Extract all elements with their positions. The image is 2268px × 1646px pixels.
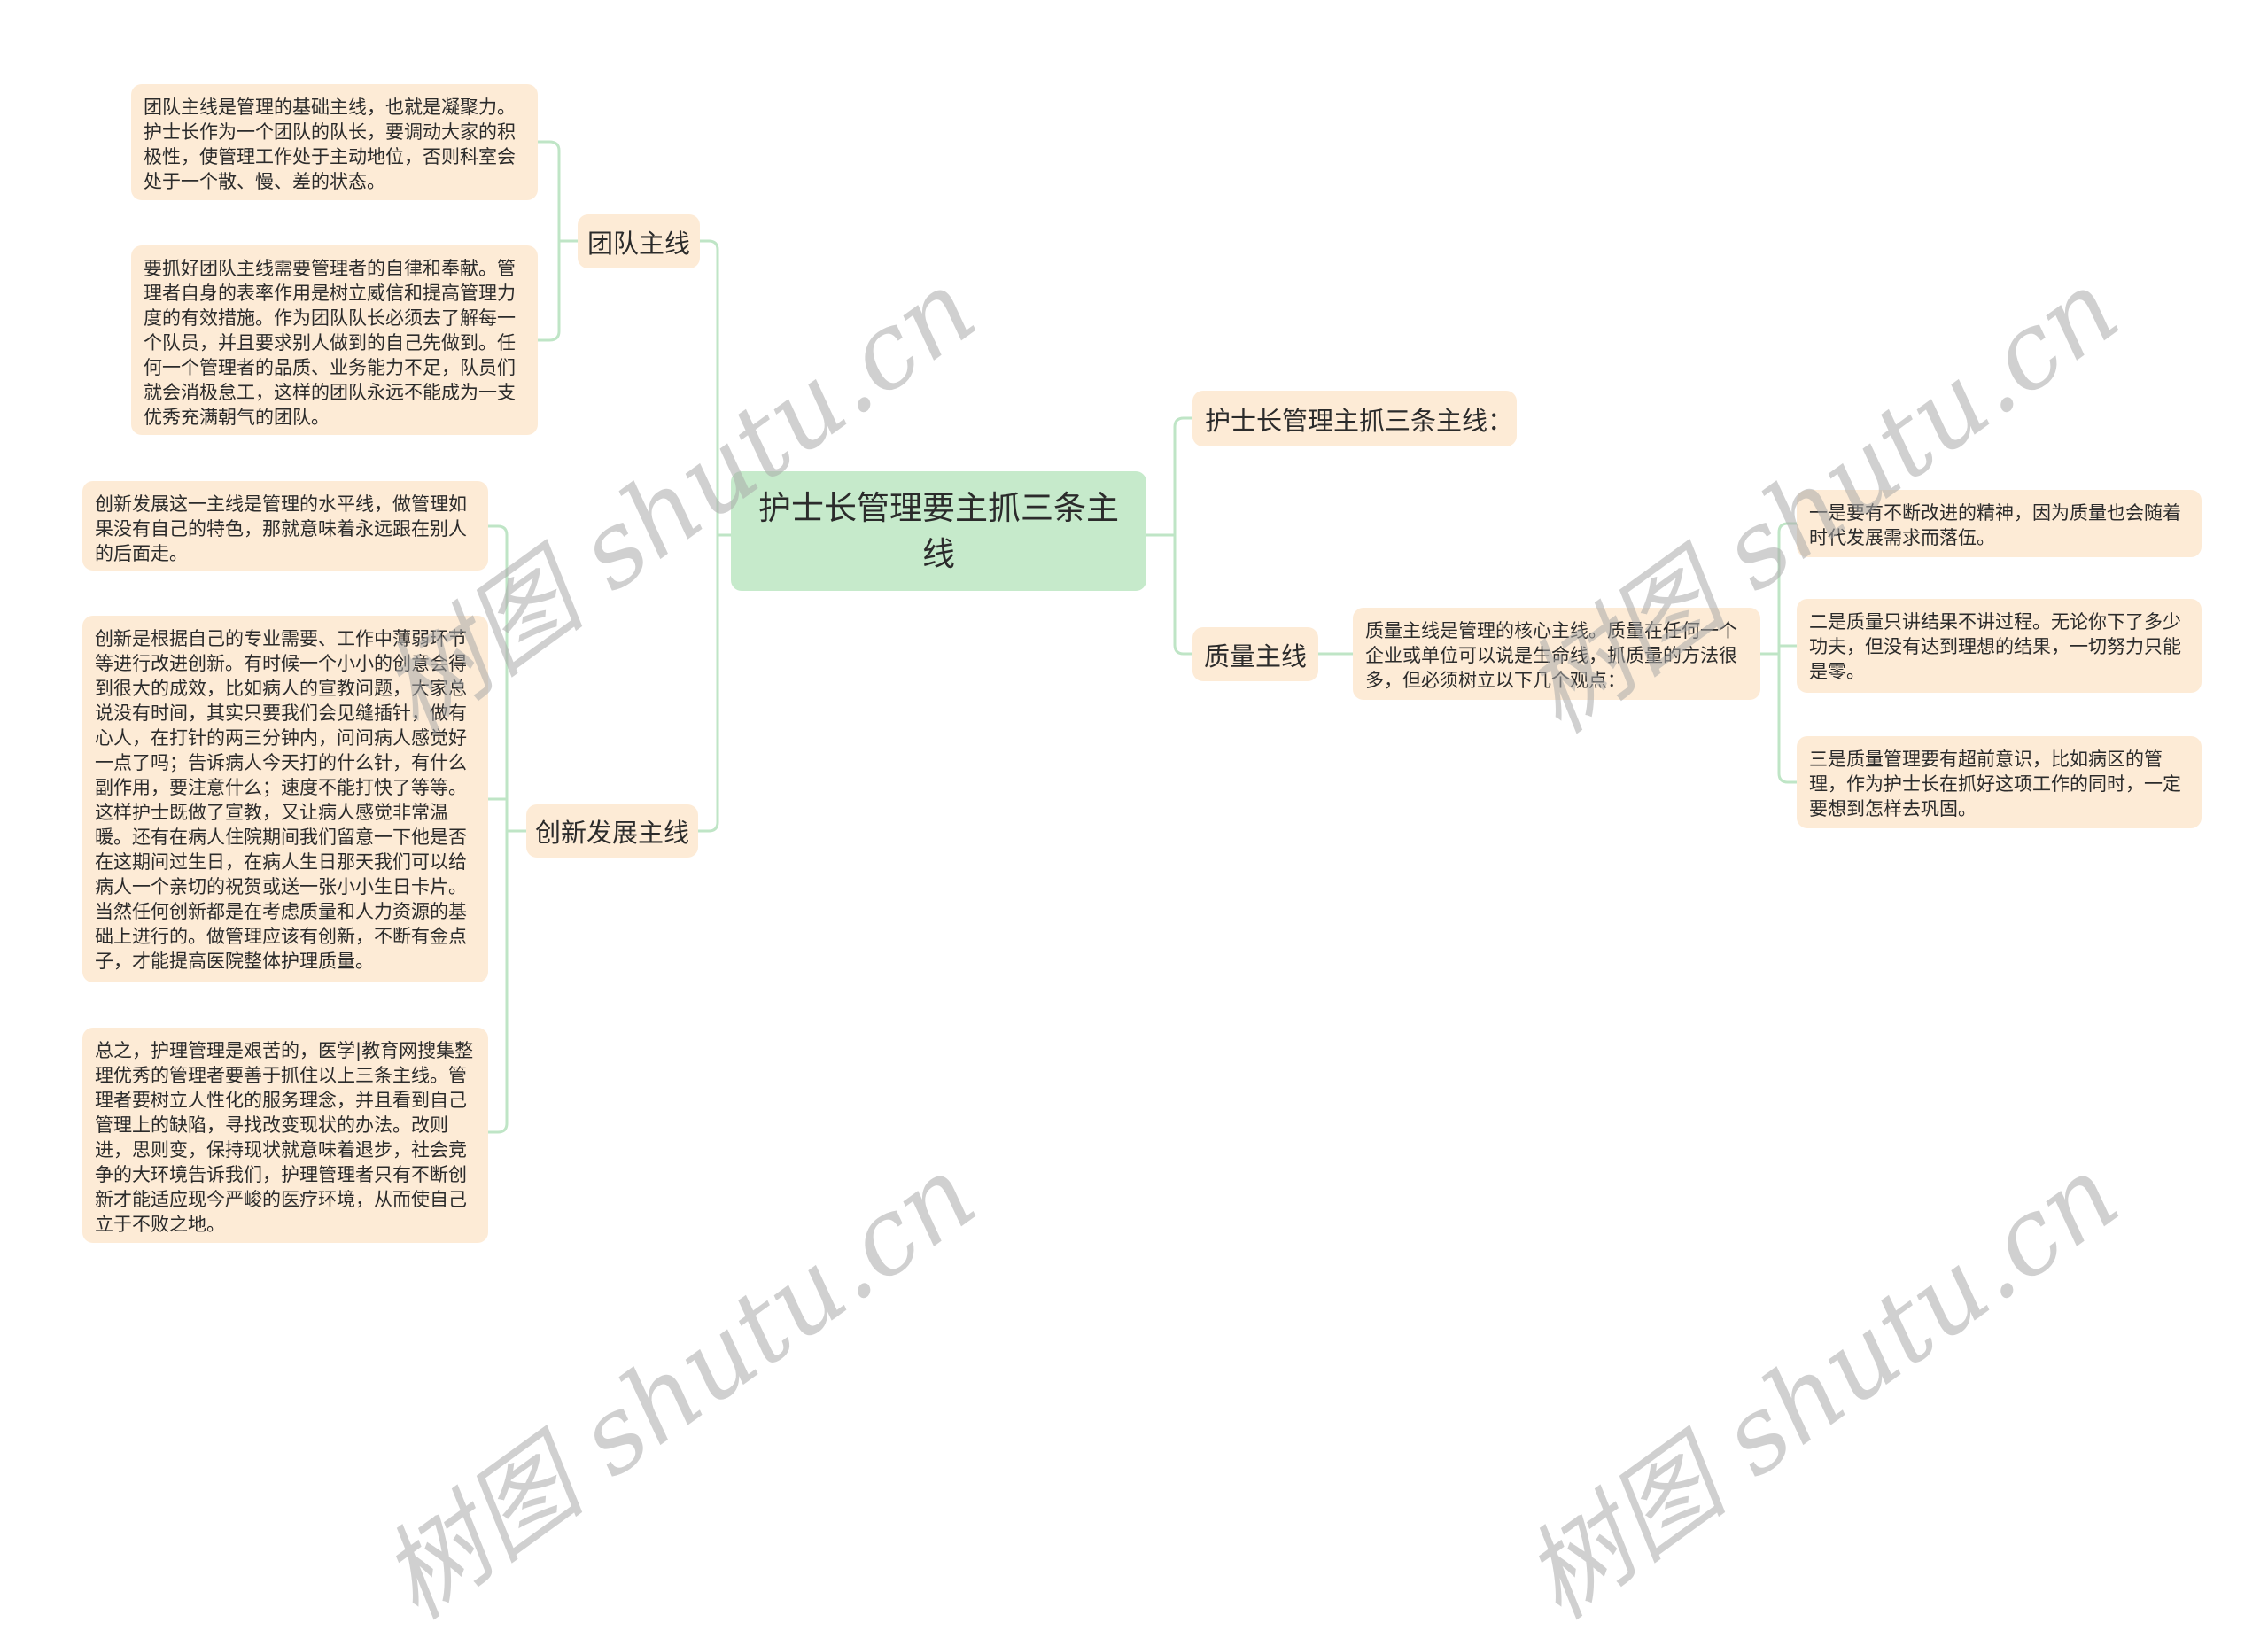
branch-innovation-label: 创新发展主线 <box>534 818 689 848</box>
team-detail-1-text: 团队主线是管理的基础主线，也就是凝聚力。护士长作为一个团队的队长，要调动大家的积… <box>144 97 516 192</box>
connector-quality-points <box>1760 522 1797 784</box>
quality-point-1[interactable]: 一是要有不断改进的精神，因为质量也会随着时代发展需求而落伍。 <box>1797 490 2202 557</box>
connector-right-trunk <box>1173 416 1192 656</box>
branch-team[interactable]: 团队主线 <box>578 214 700 268</box>
connector-innovation-children <box>488 524 526 1134</box>
team-detail-2[interactable]: 要抓好团队主线需要管理者的自律和奉献。管理者自身的表率作用是树立威信和提高管理力… <box>131 245 538 435</box>
team-detail-2-text: 要抓好团队主线需要管理者的自律和奉献。管理者自身的表率作用是树立威信和提高管理力… <box>144 258 516 428</box>
team-detail-1[interactable]: 团队主线是管理的基础主线，也就是凝聚力。护士长作为一个团队的队长，要调动大家的积… <box>131 84 538 200</box>
quality-description[interactable]: 质量主线是管理的核心主线。质量在任何一个企业或单位可以说是生命线，抓质量的方法很… <box>1353 608 1760 700</box>
quality-point-2[interactable]: 二是质量只讲结果不讲过程。无论你下了多少功夫，但没有达到理想的结果，一切努力只能… <box>1797 599 2202 693</box>
branch-quality-label: 质量主线 <box>1203 641 1307 672</box>
connector-left-trunk <box>698 239 719 833</box>
branch-team-label: 团队主线 <box>586 228 690 259</box>
quality-point-3[interactable]: 三是质量管理要有超前意识，比如病区的管理，作为护士长在抓好这项工作的同时，一定要… <box>1797 736 2202 828</box>
innovation-detail-2-text: 创新是根据自己的专业需要、工作中薄弱环节等进行改进创新。有时候一个小小的创意会得… <box>95 628 467 972</box>
innovation-detail-3[interactable]: 总之，护理管理是艰苦的，医学|教育网搜集整理优秀的管理者要善于抓住以上三条主线。… <box>82 1028 488 1243</box>
branch-innovation[interactable]: 创新发展主线 <box>526 804 698 858</box>
branch-summary[interactable]: 护士长管理主抓三条主线： <box>1192 391 1517 446</box>
branch-quality[interactable]: 质量主线 <box>1192 627 1318 681</box>
innovation-detail-1-text: 创新发展这一主线是管理的水平线，做管理如果没有自己的特色，那就意味着永远跟在别人… <box>95 493 467 564</box>
quality-point-1-text: 一是要有不断改进的精神，因为质量也会随着时代发展需求而落伍。 <box>1809 502 2181 548</box>
connector-team-children <box>538 140 578 342</box>
quality-description-text: 质量主线是管理的核心主线。质量在任何一个企业或单位可以说是生命线，抓质量的方法很… <box>1365 620 1737 691</box>
innovation-detail-2[interactable]: 创新是根据自己的专业需要、工作中薄弱环节等进行改进创新。有时候一个小小的创意会得… <box>82 616 488 982</box>
innovation-detail-3-text: 总之，护理管理是艰苦的，医学|教育网搜集整理优秀的管理者要善于抓住以上三条主线。… <box>95 1040 474 1235</box>
branch-summary-label: 护士长管理主抓三条主线： <box>1205 405 1514 436</box>
quality-point-3-text: 三是质量管理要有超前意识，比如病区的管理，作为护士长在抓好这项工作的同时，一定要… <box>1809 749 2181 819</box>
root-node[interactable]: 护士长管理要主抓三条主线 <box>731 471 1146 591</box>
root-title: 护士长管理要主抓三条主线 <box>758 488 1119 573</box>
innovation-detail-1[interactable]: 创新发展这一主线是管理的水平线，做管理如果没有自己的特色，那就意味着永远跟在别人… <box>82 481 488 571</box>
quality-point-2-text: 二是质量只讲结果不讲过程。无论你下了多少功夫，但没有达到理想的结果，一切努力只能… <box>1809 611 2181 682</box>
